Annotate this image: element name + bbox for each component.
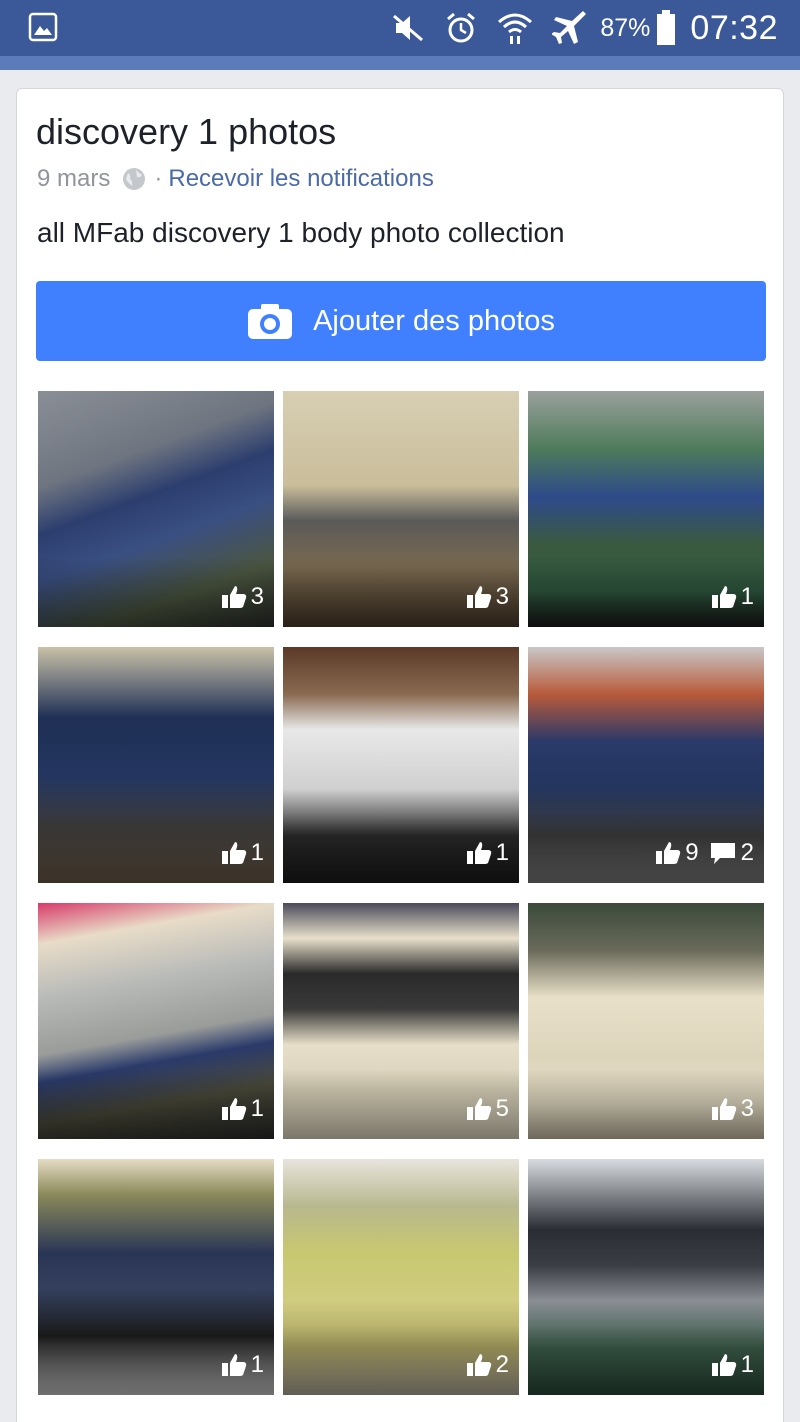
like-icon xyxy=(221,586,246,608)
photo-stats: 1 xyxy=(456,839,509,867)
like-icon xyxy=(221,842,246,864)
likes-count: 5 xyxy=(466,1095,509,1123)
like-icon xyxy=(656,842,681,864)
photo-stats: 2 xyxy=(456,1351,509,1379)
likes-count: 3 xyxy=(466,583,509,611)
likes-count: 2 xyxy=(466,1351,509,1379)
photo-stats: 3 xyxy=(211,583,264,611)
like-icon xyxy=(466,842,491,864)
like-icon xyxy=(711,1098,736,1120)
airplane-mode-icon xyxy=(552,10,588,46)
battery-icon xyxy=(656,10,676,46)
battery-percent: 87% xyxy=(600,13,651,42)
album-date: 9 mars xyxy=(37,165,111,192)
meta-separator: · xyxy=(154,165,163,192)
clock: 07:32 xyxy=(690,8,778,47)
photo-tile[interactable]: 5 xyxy=(283,903,519,1139)
photo-stats: 9 2 xyxy=(645,839,754,867)
likes-count: 1 xyxy=(466,839,509,867)
photo-stats: 1 xyxy=(701,1351,754,1379)
mute-icon xyxy=(390,12,426,44)
likes-count: 1 xyxy=(711,583,754,611)
photo-tile[interactable]: 9 2 xyxy=(528,647,764,883)
photo-stats: 1 xyxy=(701,583,754,611)
like-icon xyxy=(221,1098,246,1120)
likes-count: 9 xyxy=(655,839,699,867)
globe-icon xyxy=(122,167,146,191)
photo-stats: 3 xyxy=(456,583,509,611)
header-strip xyxy=(0,56,800,70)
comment-icon xyxy=(710,843,735,864)
album-meta: 9 mars · Recevoir les notifications xyxy=(37,165,434,193)
photo-stats: 3 xyxy=(701,1095,754,1123)
notifications-link[interactable]: Recevoir les notifications xyxy=(168,165,433,193)
likes-count: 1 xyxy=(221,1351,264,1379)
album-card: discovery 1 photos 9 mars · Recevoir les… xyxy=(16,88,784,1422)
album-description: all MFab discovery 1 body photo collecti… xyxy=(37,217,565,248)
photo-stats: 5 xyxy=(456,1095,509,1123)
like-icon xyxy=(711,586,736,608)
status-bar: 87% 07:32 xyxy=(0,0,800,56)
album-title: discovery 1 photos xyxy=(36,111,337,152)
likes-count: 1 xyxy=(221,839,264,867)
photo-tile[interactable]: 3 xyxy=(283,391,519,627)
photo-tile[interactable]: 1 xyxy=(38,1159,274,1395)
likes-count: 3 xyxy=(221,583,264,611)
like-icon xyxy=(711,1354,736,1376)
photo-tile[interactable]: 3 xyxy=(528,903,764,1139)
likes-count: 1 xyxy=(221,1095,264,1123)
likes-count: 3 xyxy=(711,1095,754,1123)
comments-count: 2 xyxy=(709,839,754,867)
photo-tile[interactable]: 1 xyxy=(283,647,519,883)
photo-tile[interactable]: 1 xyxy=(528,391,764,627)
photo-tile[interactable]: 2 xyxy=(283,1159,519,1395)
add-photos-label: Ajouter des photos xyxy=(313,304,555,337)
like-icon xyxy=(466,1354,491,1376)
likes-count: 1 xyxy=(711,1351,754,1379)
add-photos-button[interactable]: Ajouter des photos xyxy=(36,281,766,361)
like-icon xyxy=(466,586,491,608)
photo-stats: 1 xyxy=(211,839,264,867)
alarm-icon xyxy=(444,11,478,45)
wifi-icon xyxy=(496,10,534,46)
like-icon xyxy=(466,1098,491,1120)
photo-stats: 1 xyxy=(211,1351,264,1379)
photo-tile[interactable]: 1 xyxy=(528,1159,764,1395)
gallery-icon xyxy=(28,12,58,42)
photo-stats: 1 xyxy=(211,1095,264,1123)
photo-tile[interactable]: 3 xyxy=(38,391,274,627)
photo-tile[interactable]: 1 xyxy=(38,903,274,1139)
photo-tile[interactable]: 1 xyxy=(38,647,274,883)
camera-icon xyxy=(247,302,293,340)
like-icon xyxy=(221,1354,246,1376)
